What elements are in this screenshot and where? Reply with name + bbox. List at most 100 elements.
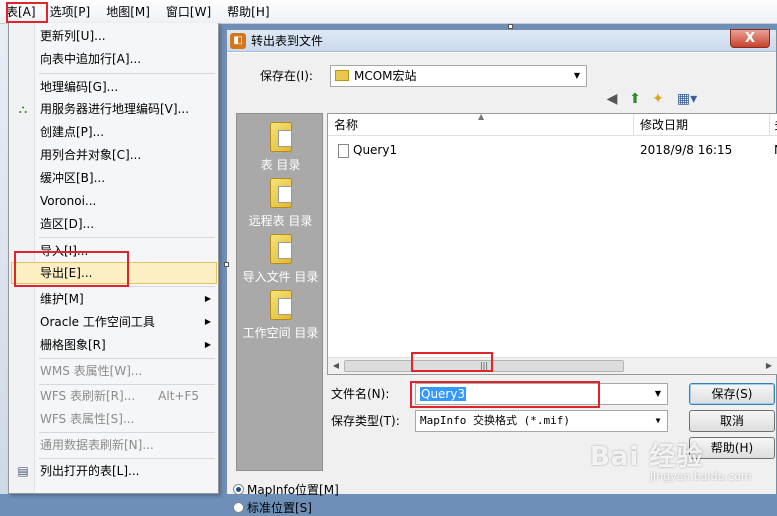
menu-item-voronoi[interactable]: Voronoi... (11, 190, 217, 212)
menu-item-label: Oracle 工作空间工具 (40, 315, 155, 329)
filename-input[interactable]: Query3 ▼ (415, 383, 668, 405)
dialog-title: 转出表到文件 (251, 34, 324, 48)
menu-item-label: 用服务器进行地理编码[V]... (40, 102, 190, 116)
selection-handle (224, 262, 229, 267)
column-extra[interactable]: 多 (770, 114, 777, 136)
file-list-header: 名称 ▲ 修改日期 多 (328, 112, 777, 136)
place-tables-dir[interactable]: 表 目录 (237, 122, 324, 173)
menu-item-label: 缓冲区[B]... (40, 171, 106, 185)
menu-item-label: 导出[E]... (40, 266, 93, 280)
file-name-cell: Query1 (338, 140, 397, 160)
watermark-logo: Bai 经验 (590, 442, 704, 472)
menu-item-label: 列出打开的表[L]... (40, 464, 140, 478)
chevron-down-icon: ▼ (654, 389, 662, 398)
menu-item-server-geocode[interactable]: ⛬ 用服务器进行地理编码[V]... (11, 98, 217, 120)
cancel-button[interactable]: 取消 (689, 410, 775, 432)
horizontal-scrollbar[interactable]: ◀ ||| ▶ (328, 357, 777, 374)
menu-item-wfs-properties: WFS 表属性[S]... (11, 408, 217, 430)
menu-item-label: 栅格图象[R] (40, 338, 106, 352)
menu-item-label: Voronoi... (40, 194, 97, 208)
menu-help[interactable]: 帮助[H] (219, 1, 277, 23)
menu-item-combine-objects[interactable]: 用列合并对象[C]... (11, 144, 217, 166)
menu-separator (39, 458, 215, 459)
folder-icon (269, 290, 292, 320)
dialog-body: 保存在(I): MCOM宏站 ▼ ◀ ⬆ ✦ ▦▾ 表 目录 远程表 目录 导入… (227, 53, 777, 515)
scroll-thumb[interactable]: ||| (344, 360, 624, 372)
scroll-right-icon[interactable]: ▶ (762, 360, 776, 372)
places-bar: 表 目录 远程表 目录 导入文件 目录 工作空间 目录 (236, 113, 323, 471)
menu-item-districting[interactable]: 造区[D]... (11, 213, 217, 235)
radio-label: 标准位置[S] (247, 501, 312, 515)
menu-item-geocode[interactable]: 地理编码[G]... (11, 76, 217, 98)
menu-item-buffer[interactable]: 缓冲区[B]... (11, 167, 217, 189)
file-modified: 2018/9/8 16:15 (640, 143, 733, 157)
up-folder-icon[interactable]: ⬆ (625, 90, 645, 108)
menu-window[interactable]: 窗口[W] (158, 1, 219, 23)
menu-item-maintenance[interactable]: 维护[M] ▶ (11, 288, 217, 310)
menu-item-label: 用列合并对象[C]... (40, 148, 142, 162)
menu-separator (39, 432, 215, 433)
document-icon (338, 143, 349, 158)
dialog-titlebar: ◧ 转出表到文件 X (227, 29, 776, 52)
menu-item-wms-properties: WMS 表属性[W]... (11, 360, 217, 382)
filetype-value: MapInfo 交换格式 (*.mif) (420, 414, 570, 427)
table-menu-dropdown: 更新列[U]... 向表中追加行[A]... 地理编码[G]... ⛬ 用服务器… (8, 23, 219, 494)
menu-item-append-rows[interactable]: 向表中追加行[A]... (11, 48, 217, 70)
file-list[interactable]: 名称 ▲ 修改日期 多 Query1 2018/9/8 16:15 N ◀ ||… (327, 112, 777, 375)
filetype-select[interactable]: MapInfo 交换格式 (*.mif) ▼ (415, 410, 668, 432)
menu-bar: 表[A] 选项[P] 地图[M] 窗口[W] 帮助[H] (0, 0, 777, 24)
file-name: Query1 (353, 143, 398, 157)
menu-map[interactable]: 地图[M] (98, 1, 158, 23)
menu-item-label: 创建点[P]... (40, 125, 105, 139)
menu-item-label: 造区[D]... (40, 217, 95, 231)
menu-separator (39, 286, 215, 287)
list-icon: ▤ (17, 464, 29, 478)
folder-icon (269, 234, 292, 264)
menu-item-label: 向表中追加行[A]... (40, 52, 142, 66)
close-button[interactable]: X (730, 29, 770, 48)
menu-item-label: 导入[I]... (40, 244, 89, 258)
menu-item-import[interactable]: 导入[I]... (11, 240, 217, 262)
place-label: 导入文件 目录 (242, 270, 319, 284)
menu-item-list-open-tables[interactable]: ▤ 列出打开的表[L]... (11, 460, 217, 482)
sort-arrow-icon: ▲ (478, 112, 485, 121)
menu-item-generic-refresh: 通用数据表刷新[N]... (11, 434, 217, 456)
new-folder-icon[interactable]: ✦ (648, 90, 668, 108)
save-button[interactable]: 保存(S) (689, 383, 775, 405)
place-import-dir[interactable]: 导入文件 目录 (237, 234, 324, 285)
menu-item-label: WMS 表属性[W]... (40, 364, 143, 378)
view-menu-icon[interactable]: ▦▾ (673, 90, 701, 108)
submenu-arrow-icon: ▶ (204, 317, 211, 326)
selection-handle (508, 24, 513, 29)
radio-standard-location[interactable]: 标准位置[S] (233, 499, 312, 516)
menu-item-update-column[interactable]: 更新列[U]... (11, 25, 217, 47)
scroll-left-icon[interactable]: ◀ (329, 360, 343, 372)
place-label: 表 目录 (260, 158, 301, 172)
menu-item-create-points[interactable]: 创建点[P]... (11, 121, 217, 143)
menu-item-label: 更新列[U]... (40, 29, 106, 43)
back-icon[interactable]: ◀ (602, 90, 622, 108)
place-workspace-dir[interactable]: 工作空间 目录 (237, 290, 324, 341)
place-remote-tables-dir[interactable]: 远程表 目录 (237, 178, 324, 229)
submenu-arrow-icon: ▶ (204, 294, 211, 303)
filename-label: 文件名(N): (331, 387, 390, 401)
filetype-label: 保存类型(T): (331, 414, 400, 428)
list-item[interactable]: Query1 2018/9/8 16:15 N (328, 140, 777, 160)
place-label: 工作空间 目录 (242, 326, 319, 340)
menu-options[interactable]: 选项[P] (42, 1, 99, 23)
menu-separator (39, 237, 215, 238)
chevron-down-icon: ▼ (573, 71, 581, 80)
radio-mapinfo-location[interactable]: MapInfo位置[M] (233, 481, 339, 498)
save-in-combo[interactable]: MCOM宏站 ▼ (330, 65, 587, 87)
menu-table[interactable]: 表[A] (0, 1, 42, 23)
column-modified[interactable]: 修改日期 (634, 114, 770, 136)
menu-item-label: WFS 表属性[S]... (40, 412, 135, 426)
menu-item-raster-image[interactable]: 栅格图象[R] ▶ (11, 334, 217, 356)
menu-item-export[interactable]: 导出[E]... (11, 262, 217, 284)
menu-item-label: WFS 表刷新[R]... (40, 389, 136, 403)
menu-item-label: 维护[M] (40, 292, 84, 306)
folder-icon (269, 122, 292, 152)
menu-item-oracle-workspace[interactable]: Oracle 工作空间工具 ▶ (11, 311, 217, 333)
geocode-server-icon: ⛬ (18, 102, 28, 116)
folder-icon (269, 178, 292, 208)
